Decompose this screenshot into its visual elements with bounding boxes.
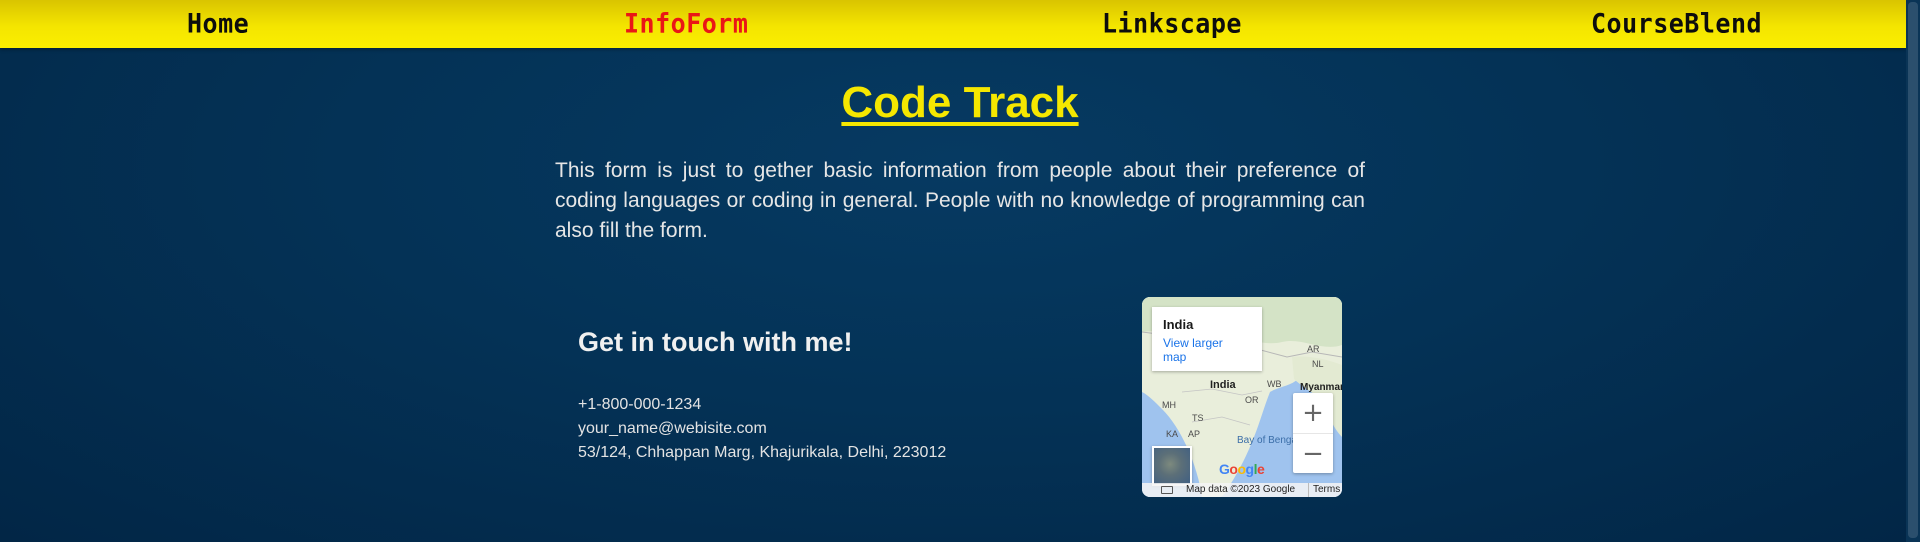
- map-info-card: India View larger map: [1152, 307, 1262, 371]
- contact-address: 53/124, Chhappan Marg, Khajurikala, Delh…: [578, 444, 947, 461]
- satellite-toggle-button[interactable]: [1152, 446, 1192, 486]
- map-label-ts: TS: [1192, 413, 1204, 423]
- map-label-bay-of-bengal: Bay of Bengal: [1237, 435, 1300, 446]
- nav-infoform-link[interactable]: InfoForm: [624, 5, 748, 43]
- contact-phone: +1-800-000-1234: [578, 396, 702, 413]
- map-attribution-text: Map data ©2023 Google: [1186, 484, 1296, 495]
- map-label-ar: AR: [1307, 344, 1320, 354]
- view-larger-map-link[interactable]: View larger map: [1163, 336, 1243, 364]
- map-label-ap: AP: [1188, 429, 1201, 439]
- map-label-ka: KA: [1166, 429, 1179, 439]
- map-zoom-controls: + −: [1293, 393, 1333, 473]
- top-navbar: Home InfoForm Linkscape CourseBlend: [0, 0, 1906, 48]
- map-info-title: India: [1163, 317, 1194, 332]
- contact-email: your_name@webisite.com: [578, 420, 767, 437]
- map-label-mh: MH: [1162, 400, 1176, 410]
- google-logo: Google: [1219, 461, 1265, 477]
- map-label-or: OR: [1245, 395, 1259, 405]
- zoom-out-button[interactable]: −: [1293, 433, 1333, 473]
- map-label-nl: NL: [1312, 359, 1324, 369]
- contact-heading: Get in touch with me!: [578, 327, 853, 357]
- intro-paragraph: This form is just to gether basic inform…: [555, 159, 1365, 242]
- map-label-myanmar: Myanmar: [1300, 382, 1342, 393]
- embedded-map[interactable]: India MH TS KA AP KL OR WB AR NL Myanmar…: [1142, 297, 1342, 497]
- map-attribution-bar: Map data ©2023 Google Terms: [1142, 483, 1342, 497]
- nav-courseblend-link[interactable]: CourseBlend: [1591, 5, 1762, 43]
- page-title: Code Track: [841, 78, 1079, 127]
- zoom-in-button[interactable]: +: [1293, 393, 1333, 433]
- map-terms-link[interactable]: Terms: [1308, 483, 1340, 497]
- keyboard-icon[interactable]: [1161, 486, 1173, 494]
- nav-linkscape-link[interactable]: Linkscape: [1102, 5, 1242, 43]
- map-label-wb: WB: [1267, 379, 1282, 389]
- nav-home-link[interactable]: Home: [187, 5, 249, 43]
- map-label-india: India: [1210, 379, 1236, 391]
